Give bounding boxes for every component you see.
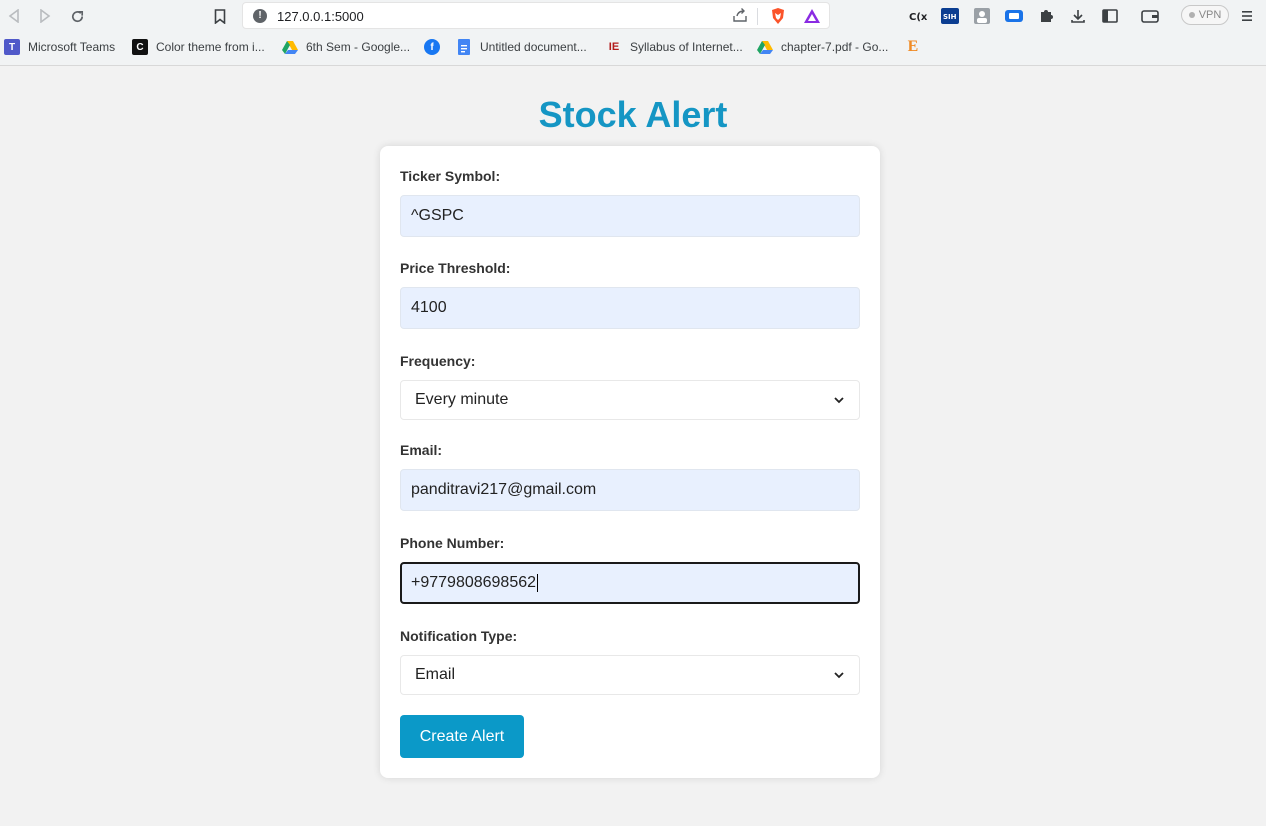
bookmark-label: Untitled document...: [480, 40, 587, 54]
share-icon[interactable]: [731, 7, 749, 25]
bookmark-e[interactable]: E: [905, 37, 921, 57]
threshold-label: Price Threshold:: [400, 260, 511, 276]
e-icon: E: [907, 38, 919, 55]
vpn-button[interactable]: VPN: [1181, 5, 1229, 25]
google-drive-icon: [757, 39, 773, 55]
brave-rewards-icon[interactable]: [803, 7, 821, 25]
bookmark-6th-sem[interactable]: 6th Sem - Google...: [282, 37, 410, 57]
notification-label: Notification Type:: [400, 628, 518, 644]
google-docs-icon: [456, 39, 472, 55]
ticker-input[interactable]: ^GSPC: [400, 195, 860, 237]
facebook-icon: f: [424, 39, 440, 55]
alert-form-card: Ticker Symbol: ^GSPC Price Threshold: 41…: [380, 146, 880, 778]
url-text[interactable]: 127.0.0.1:5000: [277, 9, 364, 24]
extension-profile-icon[interactable]: [972, 6, 992, 26]
phone-input[interactable]: +9779808698562: [400, 562, 860, 604]
extensions-puzzle-icon[interactable]: [1036, 6, 1056, 26]
teams-icon: T: [4, 39, 20, 55]
ticker-label: Ticker Symbol:: [400, 168, 501, 184]
bookmark-label: 6th Sem - Google...: [306, 40, 411, 54]
google-drive-icon: [282, 39, 298, 55]
bookmark-label: Microsoft Teams: [28, 40, 116, 54]
svg-text:C(x): C(x): [909, 12, 927, 23]
download-icon[interactable]: [1068, 6, 1088, 26]
browser-chrome: ! 127.0.0.1:5000 C(x) SIH: [0, 0, 1266, 66]
bookmark-chapter-7[interactable]: chapter-7.pdf - Go...: [757, 37, 888, 57]
reload-icon[interactable]: [67, 6, 87, 26]
sidebar-icon[interactable]: [1100, 6, 1120, 26]
forward-icon[interactable]: [35, 6, 55, 26]
email-label: Email:: [400, 442, 443, 458]
vpn-label: VPN: [1198, 9, 1222, 21]
brave-shields-icon[interactable]: [769, 7, 787, 25]
bookmark-icon[interactable]: [210, 6, 230, 26]
email-input[interactable]: panditravi217@gmail.com: [400, 469, 860, 511]
back-icon[interactable]: [4, 6, 24, 26]
bookmarks-bar: T Microsoft Teams C Color theme from i..…: [0, 34, 1266, 60]
bookmark-label: Syllabus of Internet...: [630, 40, 743, 54]
address-separator: [757, 8, 758, 25]
bookmark-syllabus[interactable]: IE Syllabus of Internet...: [606, 37, 743, 57]
frequency-value: Every minute: [415, 391, 509, 408]
frequency-label: Frequency:: [400, 353, 476, 369]
create-alert-button[interactable]: Create Alert: [400, 715, 524, 758]
text-caret: [537, 574, 539, 592]
extension-translate-icon[interactable]: [1004, 6, 1024, 26]
notification-select[interactable]: Email: [400, 655, 860, 695]
extension-cx-icon[interactable]: C(x): [908, 6, 928, 26]
extension-sih-icon[interactable]: SIH: [940, 6, 960, 26]
bookmark-label: chapter-7.pdf - Go...: [781, 40, 889, 54]
wallet-icon[interactable]: [1140, 6, 1160, 26]
threshold-input[interactable]: 4100: [400, 287, 860, 329]
bookmark-color-theme[interactable]: C Color theme from i...: [132, 37, 265, 57]
svg-text:SIH: SIH: [943, 13, 957, 21]
email-value: panditravi217@gmail.com: [411, 481, 597, 498]
phone-label: Phone Number:: [400, 535, 505, 551]
notification-value: Email: [415, 666, 456, 683]
frequency-select[interactable]: Every minute: [400, 380, 860, 420]
bookmark-facebook[interactable]: f: [424, 37, 440, 57]
chevron-down-icon: [834, 672, 844, 679]
menu-icon[interactable]: [1237, 6, 1257, 26]
threshold-value: 4100: [411, 299, 447, 316]
bookmark-teams[interactable]: T Microsoft Teams: [4, 37, 115, 57]
page-title: Stock Alert: [538, 94, 728, 135]
site-info-icon[interactable]: !: [253, 9, 267, 23]
color-theme-icon: C: [132, 39, 148, 55]
bookmark-label: Color theme from i...: [156, 40, 265, 54]
ioe-icon: IE: [608, 41, 620, 53]
browser-toolbar: ! 127.0.0.1:5000 C(x) SIH: [0, 0, 1266, 31]
chevron-down-icon: [834, 397, 844, 404]
phone-value: +9779808698562: [411, 574, 537, 591]
address-bar[interactable]: ! 127.0.0.1:5000: [242, 2, 830, 29]
vpn-status-icon: [1188, 12, 1195, 18]
bookmark-untitled-doc[interactable]: Untitled document...: [456, 37, 587, 57]
ticker-value: ^GSPC: [411, 207, 464, 224]
